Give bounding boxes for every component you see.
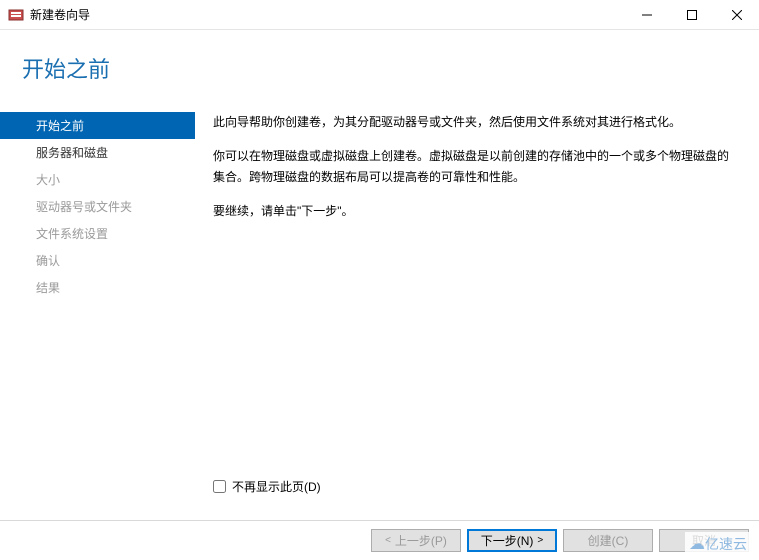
- previous-button-label: 上一步(P): [395, 532, 447, 549]
- sidebar-item-label: 服务器和磁盘: [36, 146, 108, 160]
- sidebar-item-label: 结果: [36, 281, 60, 295]
- cancel-button[interactable]: 取消: [659, 529, 749, 552]
- chevron-right-icon: >: [537, 535, 543, 546]
- dont-show-again-label[interactable]: 不再显示此页(D): [232, 478, 321, 495]
- next-button[interactable]: 下一步(N) >: [467, 529, 557, 552]
- sidebar-item-label: 确认: [36, 254, 60, 268]
- sidebar-step-server-disk[interactable]: 服务器和磁盘: [0, 139, 195, 166]
- window-title: 新建卷向导: [30, 6, 624, 23]
- cancel-button-label: 取消: [692, 532, 716, 549]
- chevron-left-icon: <: [385, 535, 391, 546]
- minimize-button[interactable]: [624, 0, 669, 29]
- maximize-button[interactable]: [669, 0, 714, 29]
- intro-paragraph-3: 要继续，请单击"下一步"。: [213, 201, 739, 221]
- close-button[interactable]: [714, 0, 759, 29]
- window-controls: [624, 0, 759, 29]
- dont-show-again-row: 不再显示此页(D): [213, 478, 321, 495]
- page-header: 开始之前: [0, 30, 759, 102]
- sidebar-step-before-begin[interactable]: 开始之前: [0, 112, 195, 139]
- sidebar-step-filesystem: 文件系统设置: [0, 220, 195, 247]
- main-panel: 此向导帮助你创建卷，为其分配驱动器号或文件夹，然后使用文件系统对其进行格式化。 …: [195, 102, 759, 301]
- wizard-steps-sidebar: 开始之前 服务器和磁盘 大小 驱动器号或文件夹 文件系统设置 确认 结果: [0, 102, 195, 301]
- dont-show-again-checkbox[interactable]: [213, 480, 226, 493]
- sidebar-item-label: 驱动器号或文件夹: [36, 200, 132, 214]
- sidebar-item-label: 开始之前: [36, 119, 84, 133]
- page-title: 开始之前: [22, 52, 759, 84]
- app-icon: [8, 7, 24, 23]
- sidebar-item-label: 大小: [36, 173, 60, 187]
- sidebar-step-drive-letter: 驱动器号或文件夹: [0, 193, 195, 220]
- wizard-footer: < 上一步(P) 下一步(N) > 创建(C) 取消: [0, 520, 759, 560]
- content-area: 开始之前 服务器和磁盘 大小 驱动器号或文件夹 文件系统设置 确认 结果 此向导…: [0, 102, 759, 301]
- titlebar: 新建卷向导: [0, 0, 759, 30]
- sidebar-item-label: 文件系统设置: [36, 227, 108, 241]
- previous-button: < 上一步(P): [371, 529, 461, 552]
- sidebar-step-result: 结果: [0, 274, 195, 301]
- create-button-label: 创建(C): [588, 532, 629, 549]
- intro-paragraph-2: 你可以在物理磁盘或虚拟磁盘上创建卷。虚拟磁盘是以前创建的存储池中的一个或多个物理…: [213, 146, 739, 187]
- sidebar-step-confirm: 确认: [0, 247, 195, 274]
- next-button-label: 下一步(N): [481, 532, 534, 549]
- sidebar-step-size: 大小: [0, 166, 195, 193]
- create-button: 创建(C): [563, 529, 653, 552]
- intro-paragraph-1: 此向导帮助你创建卷，为其分配驱动器号或文件夹，然后使用文件系统对其进行格式化。: [213, 112, 739, 132]
